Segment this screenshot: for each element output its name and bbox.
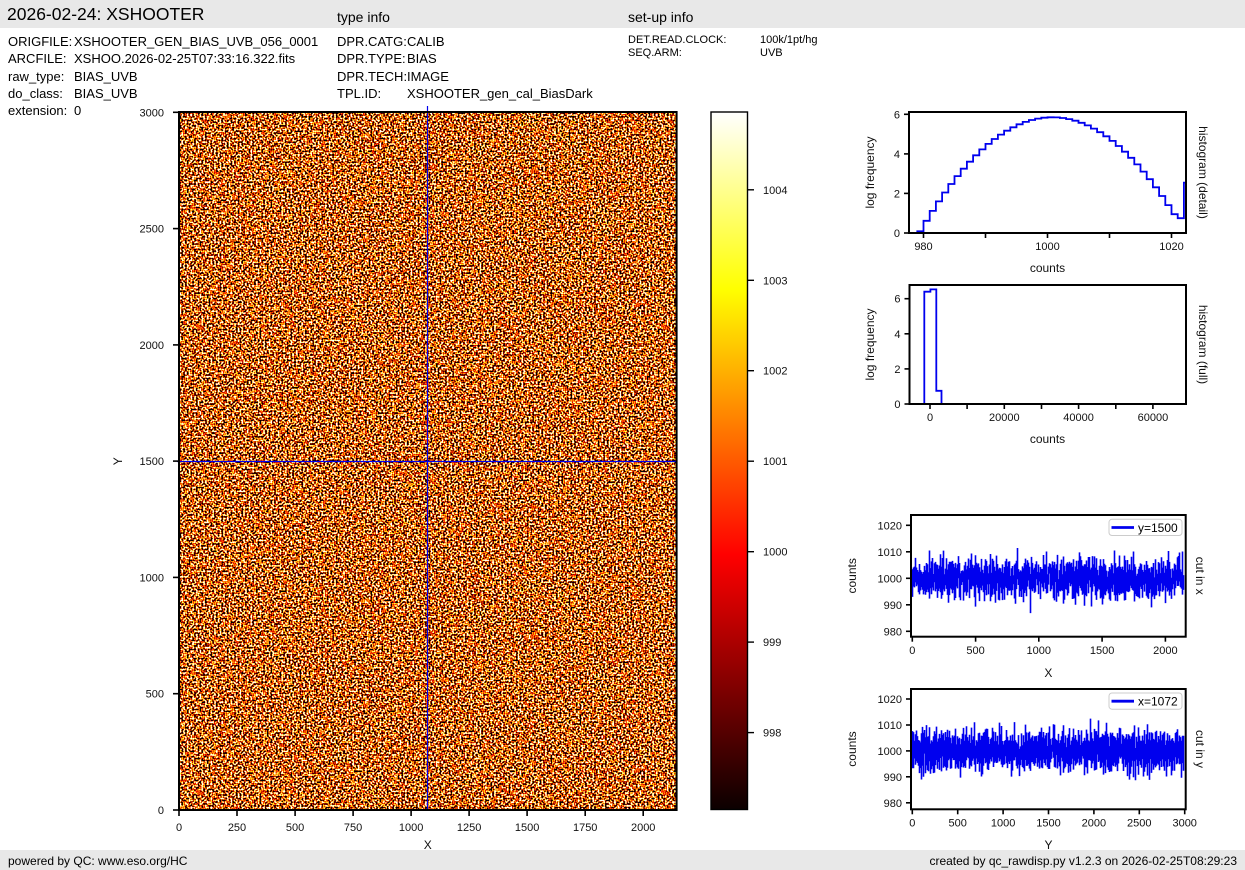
svg-text:20000: 20000 — [989, 412, 1020, 424]
svg-text:0: 0 — [894, 228, 900, 240]
svg-text:0: 0 — [909, 645, 915, 657]
svg-text:2000: 2000 — [631, 822, 655, 834]
svg-text:1000: 1000 — [399, 822, 423, 834]
svg-text:500: 500 — [146, 689, 164, 701]
svg-text:2: 2 — [894, 188, 900, 200]
svg-text:999: 999 — [763, 637, 781, 649]
svg-text:counts: counts — [1030, 261, 1065, 275]
svg-text:log frequency: log frequency — [863, 308, 877, 380]
svg-text:histogram (full): histogram (full) — [1196, 305, 1210, 384]
svg-text:cut in x: cut in x — [1193, 557, 1207, 595]
svg-text:1002: 1002 — [763, 366, 787, 378]
svg-text:6: 6 — [894, 109, 900, 121]
svg-text:1750: 1750 — [573, 822, 597, 834]
svg-text:980: 980 — [884, 626, 902, 638]
svg-text:990: 990 — [884, 600, 902, 612]
svg-text:500: 500 — [286, 822, 304, 834]
svg-text:40000: 40000 — [1063, 412, 1094, 424]
svg-text:y=1500: y=1500 — [1138, 521, 1178, 535]
svg-text:0: 0 — [158, 805, 164, 817]
svg-text:1250: 1250 — [457, 822, 481, 834]
svg-text:1010: 1010 — [878, 547, 902, 559]
svg-text:980: 980 — [884, 798, 902, 810]
svg-text:counts: counts — [845, 731, 859, 766]
svg-text:1003: 1003 — [763, 275, 787, 287]
svg-text:1000: 1000 — [1027, 645, 1051, 657]
svg-text:2500: 2500 — [140, 224, 164, 236]
svg-text:250: 250 — [228, 822, 246, 834]
svg-text:0: 0 — [909, 818, 915, 830]
svg-text:1500: 1500 — [140, 456, 164, 468]
svg-text:1010: 1010 — [878, 720, 902, 732]
svg-text:histogram (detail): histogram (detail) — [1196, 126, 1210, 219]
svg-text:60000: 60000 — [1138, 412, 1169, 424]
svg-text:2000: 2000 — [1153, 645, 1177, 657]
svg-text:2000: 2000 — [1082, 818, 1106, 830]
svg-text:1000: 1000 — [140, 572, 164, 584]
svg-text:4: 4 — [894, 149, 900, 161]
svg-text:2500: 2500 — [1127, 818, 1151, 830]
svg-text:990: 990 — [884, 772, 902, 784]
svg-text:0: 0 — [927, 412, 933, 424]
svg-text:1020: 1020 — [878, 694, 902, 706]
svg-text:980: 980 — [914, 241, 932, 253]
svg-text:1000: 1000 — [1035, 241, 1059, 253]
svg-text:X: X — [424, 838, 432, 852]
svg-text:Y: Y — [1044, 838, 1052, 852]
svg-text:1500: 1500 — [1036, 818, 1060, 830]
svg-text:1020: 1020 — [878, 520, 902, 532]
svg-text:1000: 1000 — [878, 573, 902, 585]
svg-text:1020: 1020 — [1159, 241, 1183, 253]
svg-text:3000: 3000 — [140, 107, 164, 119]
svg-text:X: X — [1044, 666, 1052, 680]
svg-text:1000: 1000 — [991, 818, 1015, 830]
svg-text:6: 6 — [894, 294, 900, 306]
svg-text:1500: 1500 — [1090, 645, 1114, 657]
svg-text:750: 750 — [344, 822, 362, 834]
svg-text:counts: counts — [1030, 432, 1065, 446]
svg-text:500: 500 — [949, 818, 967, 830]
svg-text:3000: 3000 — [1172, 818, 1196, 830]
svg-text:1000: 1000 — [763, 547, 787, 559]
svg-text:4: 4 — [894, 329, 900, 341]
svg-text:998: 998 — [763, 728, 781, 740]
svg-text:2000: 2000 — [140, 340, 164, 352]
svg-text:1000: 1000 — [878, 746, 902, 758]
svg-text:500: 500 — [966, 645, 984, 657]
svg-text:1500: 1500 — [515, 822, 539, 834]
svg-text:x=1072: x=1072 — [1138, 695, 1178, 709]
svg-text:counts: counts — [845, 558, 859, 593]
svg-text:1001: 1001 — [763, 456, 787, 468]
svg-text:0: 0 — [176, 822, 182, 834]
svg-text:1004: 1004 — [763, 185, 787, 197]
svg-text:log frequency: log frequency — [863, 136, 877, 208]
svg-text:Y: Y — [111, 457, 125, 465]
svg-text:cut in y: cut in y — [1193, 730, 1207, 768]
svg-text:0: 0 — [894, 399, 900, 411]
svg-text:2: 2 — [894, 364, 900, 376]
